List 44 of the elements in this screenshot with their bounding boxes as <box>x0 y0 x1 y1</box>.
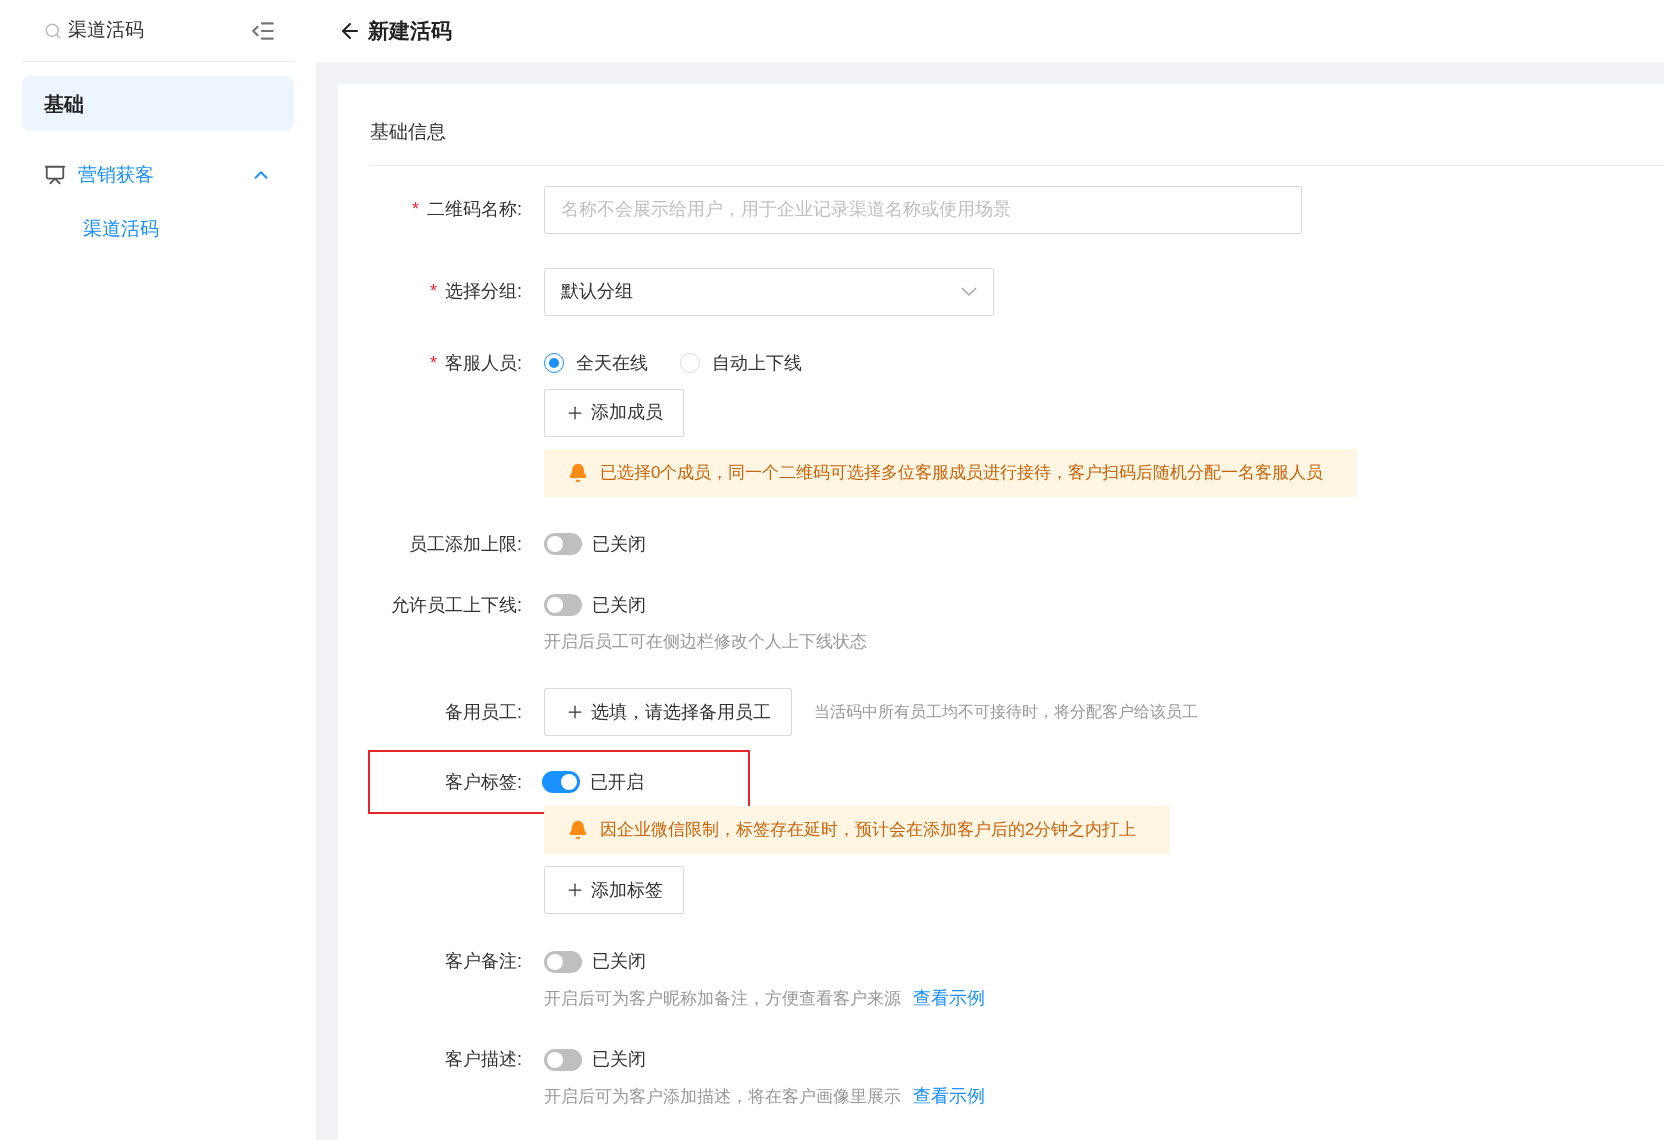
radio-option[interactable]: 全天在线 <box>544 349 648 377</box>
field-label: 员工添加上限: <box>409 532 522 556</box>
search-icon <box>44 21 62 40</box>
field-label: 备用员工: <box>445 700 522 724</box>
toggle-switch[interactable] <box>542 771 580 793</box>
required-mark: * <box>429 280 437 303</box>
radio-option[interactable]: 自动上下线 <box>680 349 802 377</box>
bell-icon <box>568 462 588 483</box>
group-select[interactable]: 默认分组 <box>544 267 994 316</box>
add-button[interactable]: 选填，请选择备用员工 <box>544 688 792 736</box>
field-label: 允许员工上下线: <box>391 593 522 617</box>
nav-item[interactable]: 基础 <box>22 76 294 131</box>
add-button[interactable]: 添加标签 <box>544 866 684 914</box>
presentation-icon <box>44 164 66 186</box>
hint-text: 开启后可为客户添加描述，将在客户画像里展示 <box>544 1085 901 1108</box>
switch-status: 已关闭 <box>592 950 646 973</box>
hint-text: 开启后员工可在侧边栏修改个人上下线状态 <box>544 630 867 653</box>
hint-text: 当活码中所有员工均不可接待时，将分配客户给该员工 <box>814 702 1198 722</box>
required-mark: * <box>429 351 437 375</box>
field-label: 客户标签: <box>445 770 522 794</box>
toggle-switch[interactable] <box>544 594 582 616</box>
field-label: 二维码名称: <box>427 198 522 221</box>
switch-status: 已关闭 <box>592 593 646 617</box>
name-input-field[interactable]: 名称不会展示给用户，用于企业记录渠道名称或使用场景 <box>544 185 1302 234</box>
field-label: 客户描述: <box>445 1048 522 1071</box>
switch-status: 已关闭 <box>592 532 646 556</box>
toggle-switch[interactable] <box>544 950 582 973</box>
hint-text: 开启后可为客户昵称加备注，方便查看客户来源 <box>544 987 901 1010</box>
search-field[interactable]: 渠道活码 <box>44 16 144 45</box>
field-label: 客服人员: <box>445 351 522 375</box>
switch-status: 已关闭 <box>592 1048 646 1071</box>
field-label: 客户备注: <box>445 950 522 973</box>
bell-icon <box>568 820 588 840</box>
add-button[interactable]: 添加成员 <box>544 388 684 437</box>
toggle-switch[interactable] <box>544 1048 582 1071</box>
toggle-switch[interactable] <box>544 533 582 555</box>
notice-text: 因企业微信限制，标签存在延时，预计会在添加客户后的2分钟之内打上 <box>600 819 1138 842</box>
notice-text: 已选择0个成员，同一个二维码可选择多位客服成员进行接待，客户扫码后随机分配一名客服人员 <box>600 461 1325 484</box>
field-label: 选择分组: <box>445 280 522 303</box>
section-title: 基础信息 <box>370 118 1664 166</box>
switch-status: 已开启 <box>590 770 644 794</box>
caret-icon <box>961 287 977 296</box>
required-mark: * <box>411 198 419 221</box>
page-title: 新建活码 <box>368 18 452 45</box>
